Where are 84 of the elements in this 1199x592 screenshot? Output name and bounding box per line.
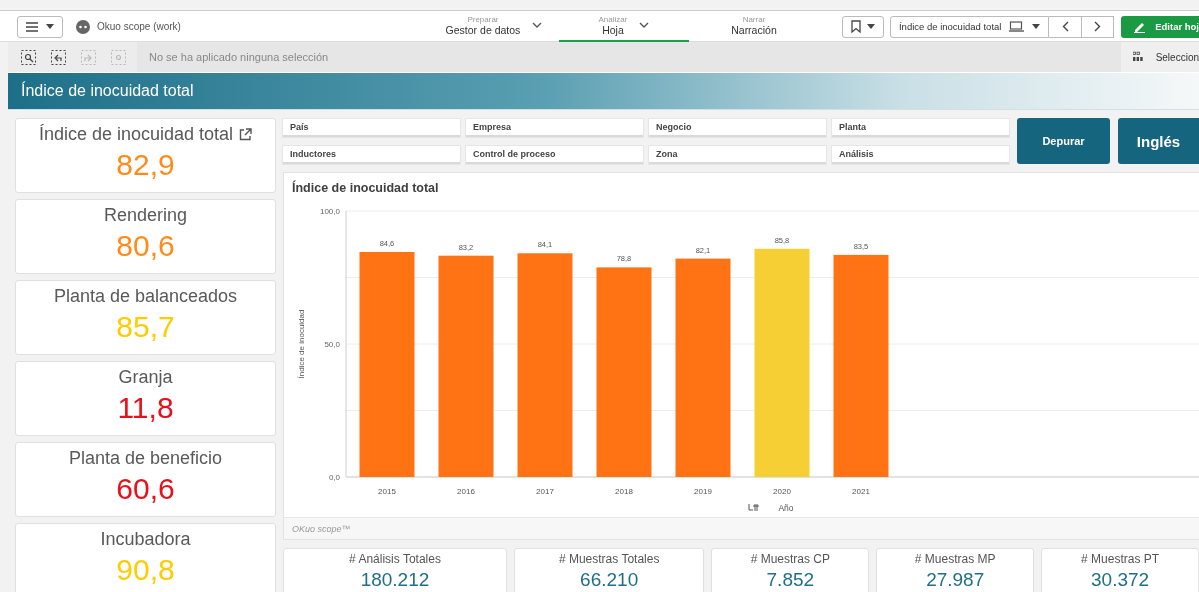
step-back-icon <box>50 49 66 65</box>
stat-value: 180.212 <box>360 569 430 591</box>
kpi-label: Incubadora <box>100 529 191 550</box>
stat-label: # Muestras PT <box>1081 552 1160 566</box>
chevron-down-icon <box>639 22 650 29</box>
step-forward-icon <box>81 49 97 65</box>
kpi-label: Índice de inocuidad total <box>38 124 234 145</box>
stat-label: # Muestras Totales <box>558 552 660 566</box>
stat-label: # Muestras MP <box>914 552 996 566</box>
x-tick-label: 2021 <box>852 486 870 496</box>
y-tick-label: 100,0 <box>319 206 340 216</box>
stat-value: 7.852 <box>766 569 815 591</box>
x-tick-label: 2019 <box>694 486 712 496</box>
bookmark-button[interactable] <box>841 15 884 38</box>
x-axis-label: Año <box>778 502 794 513</box>
kpi-label: Planta de balanceados <box>53 286 238 307</box>
chevron-left-icon <box>1061 21 1069 32</box>
bookmark-icon <box>850 20 861 33</box>
kpi-value: 11,8 <box>117 391 174 425</box>
next-button[interactable] <box>1081 15 1115 38</box>
stat-value: 66.210 <box>580 569 639 591</box>
sort-icon[interactable] <box>748 503 760 512</box>
edit-sheet-button[interactable]: Editar hoj <box>1121 15 1199 38</box>
bar[interactable] <box>359 251 415 477</box>
caret-icon <box>1032 24 1041 29</box>
selection-message: No se ha aplicado ninguna selección <box>149 51 329 63</box>
external-link-icon[interactable] <box>239 128 253 141</box>
monitor-icon <box>1009 21 1025 32</box>
chevron-down-icon <box>532 22 543 29</box>
clear-selection-icon <box>111 49 127 65</box>
x-tick-label: 2018 <box>615 486 633 496</box>
nav-tab[interactable]: Narrar Narración <box>688 11 819 42</box>
filter-field[interactable]: Negocio <box>649 119 826 137</box>
previous-button[interactable] <box>1049 15 1082 38</box>
bar[interactable] <box>833 254 889 477</box>
bar[interactable] <box>438 255 494 477</box>
kpi-label: Granja <box>118 367 173 388</box>
sheet-title: Índice de inocuidad total <box>21 82 194 100</box>
stat-label: # Muestras CP <box>750 552 830 566</box>
bar[interactable] <box>596 267 652 477</box>
app-name: Okuo scope (work) <box>97 21 181 32</box>
caret-icon <box>46 24 54 29</box>
bar[interactable] <box>754 248 810 477</box>
clear-button[interactable]: Depurar <box>1017 118 1110 164</box>
menu-icon <box>26 21 38 32</box>
kpi-value: 82,9 <box>116 148 175 182</box>
y-tick-label: 0,0 <box>328 472 340 482</box>
app-icon <box>76 19 90 34</box>
nav-tab[interactable]: Preparar Gestor de datos <box>428 11 559 42</box>
selections-button[interactable]: Seleccion <box>1121 42 1199 72</box>
x-tick-label: 2016 <box>457 486 475 496</box>
selections-icon <box>1133 51 1143 63</box>
filter-field[interactable]: Planta <box>832 119 1009 137</box>
y-axis-label: Índice de inocuidad <box>297 309 306 379</box>
sheet-selector[interactable]: Índice de inocuidad total <box>889 15 1050 38</box>
y-tick-label: 50,0 <box>324 339 340 349</box>
filter-field[interactable]: Análisis <box>832 146 1009 164</box>
bar[interactable] <box>675 258 731 477</box>
caret-icon <box>866 24 875 29</box>
menu-button[interactable] <box>17 15 63 38</box>
kpi-value: 85,7 <box>116 310 175 344</box>
x-tick-label: 2017 <box>536 486 554 496</box>
bar[interactable] <box>517 253 573 477</box>
stat-value: 30.372 <box>1091 569 1150 591</box>
language-button[interactable]: Inglés <box>1118 118 1199 164</box>
filter-field[interactable]: Inductores <box>283 146 460 164</box>
x-tick-label: 2015 <box>378 486 396 496</box>
chart-footer: OKuo scope™ <box>292 523 351 534</box>
kpi-value: 90,8 <box>116 553 175 587</box>
x-tick-label: 2020 <box>773 486 791 496</box>
kpi-label: Rendering <box>103 205 188 226</box>
filter-field[interactable]: Zona <box>649 146 826 164</box>
stat-value: 27.987 <box>926 569 985 591</box>
filter-field[interactable]: País <box>283 119 460 137</box>
filter-field[interactable]: Empresa <box>466 119 643 137</box>
chevron-right-icon <box>1094 21 1101 32</box>
chart-title: Índice de inocuidad total <box>292 181 439 195</box>
kpi-value: 60,6 <box>116 472 175 506</box>
kpi-label: Planta de beneficio <box>68 448 223 469</box>
stat-label: # Análisis Totales <box>349 552 441 566</box>
kpi-value: 80,6 <box>116 229 175 263</box>
filter-field[interactable]: Control de proceso <box>466 146 643 164</box>
selection-search-icon <box>20 49 36 65</box>
pencil-icon <box>1133 20 1147 33</box>
